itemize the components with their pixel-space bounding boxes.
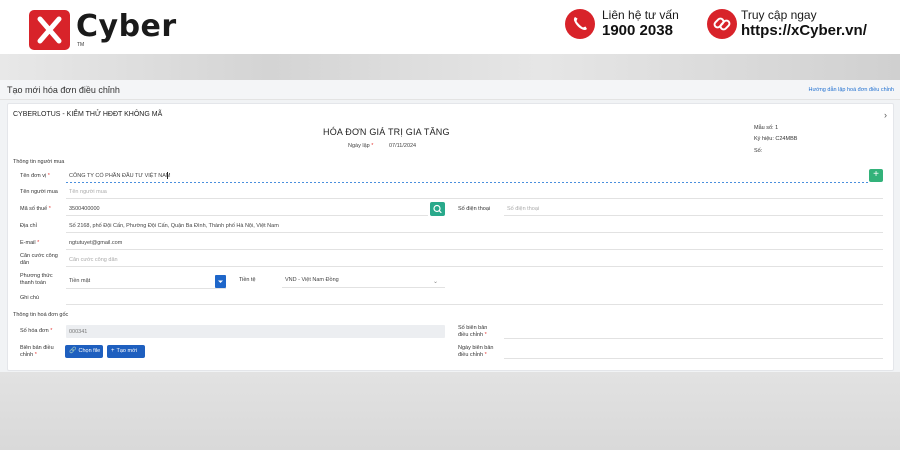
unit-input-underline (66, 182, 868, 183)
buyer-section-title: Thông tin người mua (13, 159, 65, 165)
minute-date-label: Ngày biên bản điều chỉnh * (458, 345, 494, 358)
company-name: CYBERLOTUS - KIỂM THỬ HĐĐT KHÔNG MÃ (13, 111, 163, 118)
hotline-label: Liên hệ tư vấn (602, 8, 679, 22)
invoice-title: HÓA ĐƠN GIÁ TRỊ GIA TĂNG (323, 127, 450, 137)
tax-code-underline (66, 215, 428, 216)
page-title: Tạo mới hóa đơn điều chỉnh (7, 85, 120, 95)
tax-code-label: Mã số thuế * (20, 206, 51, 212)
plus-icon: + (873, 169, 879, 180)
unit-input[interactable]: CÔNG TY CỔ PHẦN ĐẦU TƯ VIỆT NAM (69, 173, 170, 179)
decorative-bottom-band (0, 372, 900, 450)
guide-link[interactable]: Hướng dẫn lập hoá đơn điều chỉnh (808, 87, 894, 93)
buyer-name-underline (66, 198, 883, 199)
address-label: Địa chỉ (20, 223, 37, 229)
chevron-down-icon (218, 280, 223, 283)
unit-label: Tên đơn vị * (20, 173, 50, 179)
page-header: Tạo mới hóa đơn điều chỉnh Hướng dẫn lập… (0, 80, 900, 100)
link-icon (707, 9, 737, 39)
invoice-symbol: Ký hiệu: C24MBB (754, 136, 798, 142)
id-card-input[interactable]: Căn cước công dân (69, 257, 118, 263)
search-icon (433, 204, 442, 214)
date-label: Ngày lập * (348, 143, 374, 149)
date-input[interactable]: 07/11/2024 (389, 143, 416, 149)
phone-underline (504, 215, 883, 216)
phone-input[interactable]: Số điện thoại (507, 206, 539, 212)
decorative-band (0, 54, 900, 80)
currency-label: Tiền tệ (239, 277, 256, 283)
buyer-name-input[interactable]: Tên người mua (69, 189, 107, 195)
add-customer-button[interactable]: + (869, 169, 883, 182)
id-card-underline (66, 266, 883, 267)
brand-name: Cyber (76, 9, 177, 44)
email-underline (66, 249, 883, 250)
currency-select[interactable]: VND - Việt Nam Đồng (285, 277, 339, 283)
email-input[interactable]: ngtutuyet@gmail.com (69, 240, 122, 246)
tax-code-input[interactable]: 3500400000 (69, 206, 100, 212)
x-logo-icon (29, 10, 70, 50)
create-minute-button[interactable]: + Tạo mới (107, 345, 145, 358)
note-input[interactable] (66, 304, 883, 305)
note-label: Ghi chú (20, 295, 39, 301)
invoice-number-field-label: Số hóa đơn * (20, 328, 53, 334)
text-caret (167, 172, 168, 179)
email-label: E-mail * (20, 240, 40, 246)
promo-banner: Cyber TM Liên hệ tư vấn 1900 2038 Truy c… (0, 0, 900, 56)
website-url[interactable]: https://xCyber.vn/ (741, 22, 867, 39)
invoice-card: CYBERLOTUS - KIỂM THỬ HĐĐT KHÔNG MÃ › HÓ… (7, 103, 894, 371)
hotline-number[interactable]: 1900 2038 (602, 22, 673, 39)
link-small-icon: 🔗 (69, 348, 77, 354)
app-window: Tạo mới hóa đơn điều chỉnh Hướng dẫn lập… (0, 80, 900, 372)
original-invoice-number-input[interactable] (66, 325, 445, 338)
phone-label: Số điện thoại (458, 206, 491, 212)
trademark-mark: TM (77, 42, 85, 48)
chevron-down-icon[interactable]: ⌄ (433, 278, 438, 285)
buyer-name-label: Tên người mua (20, 189, 58, 195)
original-invoice-number-value: 000341 (69, 329, 88, 335)
currency-underline (282, 287, 445, 288)
choose-file-button[interactable]: 🔗 Chọn file (65, 345, 103, 358)
id-card-label: Căn cước công dân (20, 253, 58, 266)
form-number: Mẫu số: 1 (754, 125, 779, 131)
phone-icon (565, 9, 595, 39)
minute-number-label: Số biên bản điều chỉnh * (458, 325, 488, 338)
website-label: Truy cập ngay (741, 8, 817, 22)
minute-date-input[interactable] (504, 358, 883, 359)
invoice-number-label: Số: (754, 148, 763, 154)
minute-file-label: Biên bản điều chỉnh * (20, 345, 54, 358)
plus-icon: + (111, 348, 115, 354)
tax-lookup-button[interactable] (430, 202, 445, 216)
address-underline (66, 232, 883, 233)
address-input[interactable]: Số 2168, phố Đội Cấn, Phường Đội Cấn, Qu… (69, 223, 279, 229)
payment-method-label: Phương thức thanh toán (20, 273, 53, 286)
original-section-title: Thông tin hoá đơn gốc (13, 312, 69, 318)
minute-number-input[interactable] (504, 338, 883, 339)
payment-dropdown-button[interactable] (215, 275, 226, 288)
payment-method-value: Tiền mặt (69, 278, 91, 284)
chevron-right-icon[interactable]: › (884, 110, 887, 120)
